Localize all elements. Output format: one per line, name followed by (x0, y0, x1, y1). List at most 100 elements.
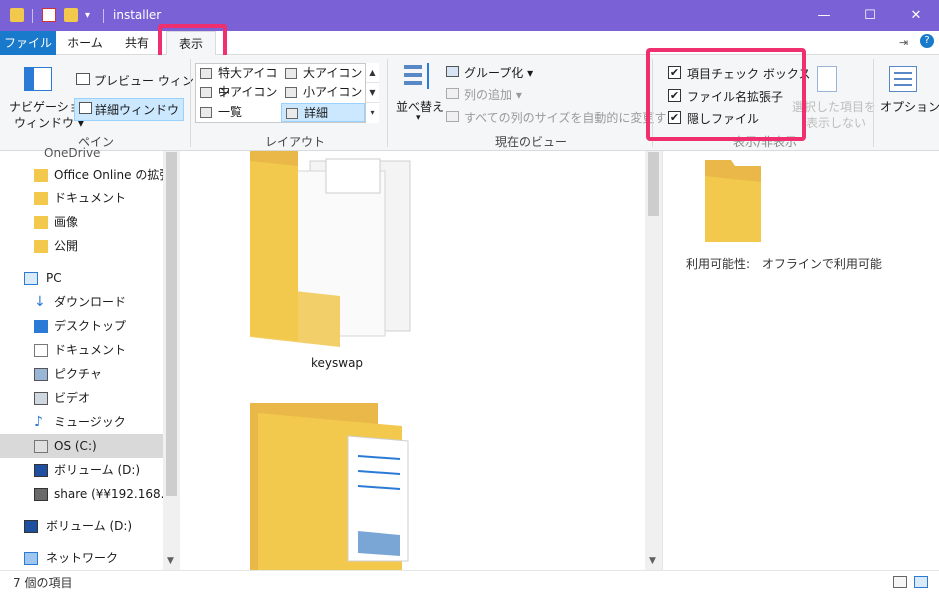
nav-onedrive-documents[interactable]: ドキュメント (0, 186, 163, 210)
nav-music[interactable]: ♪ ミュージック (0, 410, 163, 434)
layout-small-icons[interactable]: 小アイコン (281, 83, 365, 102)
properties-icon[interactable] (42, 8, 56, 22)
minimize-button[interactable]: — (801, 0, 847, 31)
details-icon (286, 108, 298, 119)
customize-toolbar-icon[interactable]: ▾ (85, 10, 97, 24)
new-folder-icon[interactable] (64, 8, 78, 22)
nav-pc[interactable]: PC (0, 266, 163, 290)
sort-dropdown-icon[interactable]: ▾ (416, 113, 421, 123)
layout-extra-large-icons[interactable]: 特大アイコン (196, 64, 280, 99)
size-columns-button[interactable]: すべての列のサイズを自動的に変更する (446, 109, 678, 126)
nav-onedrive-pictures[interactable]: 画像 (0, 210, 163, 234)
layout-group-label: レイアウト (265, 135, 326, 149)
nav-label: ドキュメント (54, 191, 127, 205)
nav-scrollbar-thumb[interactable] (166, 152, 177, 496)
download-icon: ↓ (34, 294, 46, 310)
sort-icon[interactable] (404, 63, 434, 91)
nav-videos[interactable]: ビデオ (0, 386, 163, 410)
nav-onedrive-public[interactable]: 公開 (0, 234, 163, 258)
nav-label: PC (46, 271, 62, 285)
layout-medium-icons[interactable]: 中アイコン (196, 83, 280, 102)
nav-label: ドキュメント (54, 343, 127, 357)
maximize-button[interactable]: ☐ (847, 0, 893, 31)
nav-scroll-down-icon[interactable]: ▼ (167, 556, 174, 566)
layout-large-icons[interactable]: 大アイコン (281, 64, 365, 83)
separator (873, 59, 874, 147)
details-view-icon[interactable] (893, 576, 907, 588)
folder-synced-icon (34, 240, 48, 253)
nav-downloads[interactable]: ↓ ダウンロード (0, 290, 163, 314)
nav-desktop[interactable]: デスクトップ (0, 314, 163, 338)
network-icon (24, 552, 38, 565)
window-title: installer (113, 8, 162, 22)
document-icon (34, 344, 48, 357)
large-icons-view-icon[interactable] (914, 576, 928, 588)
hide-selected-label2[interactable]: 表示しない (806, 114, 866, 131)
medium-icons-icon (200, 87, 212, 98)
layout-gallery-scroll[interactable]: ▲ ▼ ▾ (365, 63, 379, 123)
nav-os-c[interactable]: OS (C:) (0, 434, 163, 458)
pictures-icon (34, 368, 48, 381)
nav-label: ビデオ (54, 391, 91, 405)
layout-item-label: 大アイコン (303, 66, 363, 80)
content-scrollbar-thumb[interactable] (648, 152, 659, 216)
nav-label: 画像 (54, 215, 79, 229)
nav-pictures[interactable]: ピクチャ (0, 362, 163, 386)
availability-label: 利用可能性: (686, 257, 751, 271)
nav-office-online[interactable]: Office Online の拡張子 (0, 163, 163, 187)
size-columns-icon (446, 111, 459, 122)
separator (387, 59, 388, 147)
hide-selected-icon[interactable] (817, 66, 837, 92)
navigation-pane-icon[interactable] (24, 67, 52, 91)
current-view-group-label: 現在のビュー (495, 135, 568, 149)
pin-ribbon-icon[interactable]: ⇥ (899, 36, 908, 49)
content-svg (250, 151, 411, 570)
options-icon[interactable] (889, 66, 917, 92)
title-bar: ▾ installer — ☐ ✕ (0, 0, 939, 31)
layout-scroll-down-icon[interactable]: ▼ (366, 83, 379, 103)
list-icon (200, 107, 212, 118)
content-area: keyswap (180, 151, 645, 570)
large-icons-icon (285, 68, 297, 79)
folder-icon[interactable] (250, 403, 409, 570)
layout-details[interactable]: 詳細 (281, 103, 365, 122)
nav-network[interactable]: ネットワーク (0, 546, 163, 570)
content-scroll-down-icon[interactable]: ▼ (649, 556, 656, 566)
details-pane-icon (79, 102, 92, 114)
close-button[interactable]: ✕ (893, 0, 939, 31)
group-by-button[interactable]: グループ化 ▾ (446, 64, 533, 81)
options-button-label[interactable]: オプション (880, 98, 939, 115)
separator (32, 9, 33, 23)
folder-icon (10, 8, 24, 22)
details-pane-button[interactable]: 詳細ウィンドウ (74, 98, 185, 121)
layout-item-label: 詳細 (304, 106, 329, 120)
preview-pane-icon (76, 73, 90, 85)
nav-volume-d[interactable]: ボリューム (D:) (0, 458, 163, 482)
nav-label: デスクトップ (54, 319, 127, 333)
nav-share[interactable]: share (¥¥192.168.1.18 (0, 482, 163, 506)
add-column-button[interactable]: 列の追加 ▾ (446, 86, 522, 103)
nav-label: OS (C:) (54, 439, 97, 453)
nav-documents[interactable]: ドキュメント (0, 338, 163, 362)
help-icon[interactable]: ? (920, 34, 934, 48)
tab-home[interactable]: ホーム (60, 31, 110, 55)
layout-item-label: 中アイコン (218, 85, 278, 99)
layout-scroll-up-icon[interactable]: ▲ (366, 63, 379, 83)
nav-onedrive[interactable]: OneDrive (0, 141, 163, 165)
drive-icon (34, 464, 48, 477)
highlight-show-hide (646, 48, 806, 141)
desktop-icon (34, 320, 48, 333)
layout-expand-icon[interactable]: ▾ (366, 103, 379, 123)
layout-gallery: 特大アイコン 大アイコン 中アイコン 小アイコン 一覧 詳細 (195, 63, 379, 123)
add-column-label: 列の追加 ▾ (464, 88, 522, 102)
nav-label: ネットワーク (46, 551, 119, 565)
nav-label: ボリューム (D:) (54, 463, 141, 477)
folder-icon[interactable] (250, 151, 411, 347)
tab-share[interactable]: 共有 (114, 31, 160, 55)
nav-label: ピクチャ (54, 367, 102, 381)
nav-label: Office Online の拡張子 (54, 168, 163, 182)
tab-file[interactable]: ファイル (0, 31, 56, 55)
layout-list[interactable]: 一覧 (196, 103, 280, 122)
nav-volume-d-root[interactable]: ボリューム (D:) (0, 514, 163, 538)
item-label-keyswap[interactable]: keyswap (311, 356, 363, 370)
